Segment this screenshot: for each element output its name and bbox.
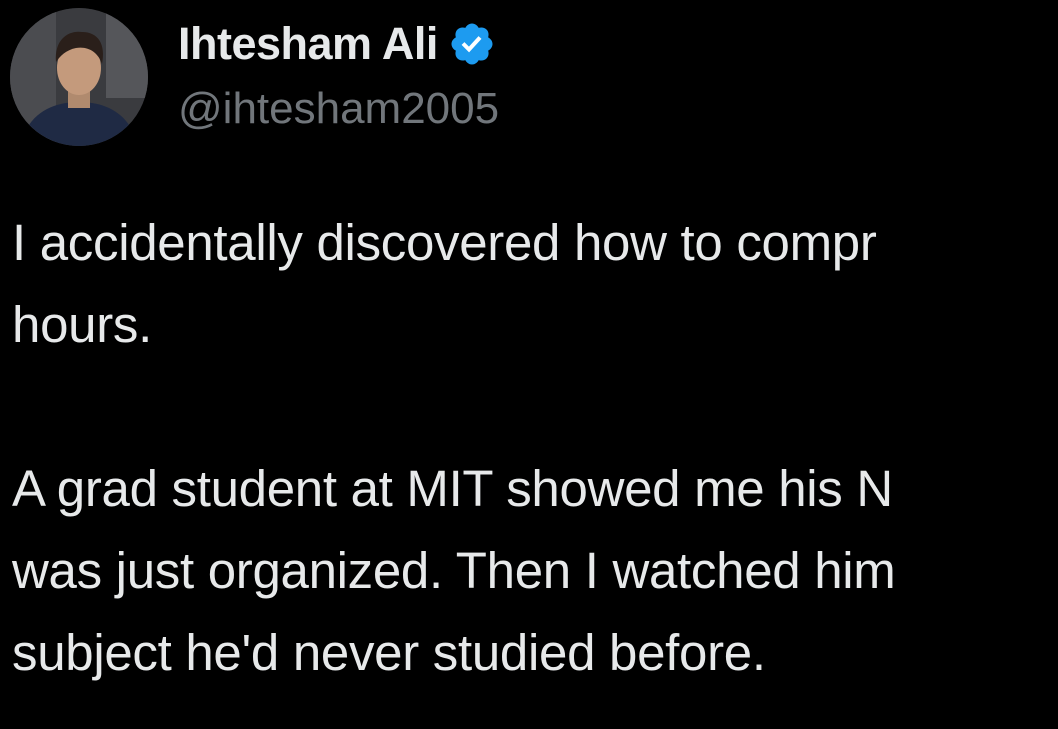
tweet-text-line: hours. — [12, 296, 152, 353]
tweet-text-line: subject he'd never studied before. — [12, 624, 766, 681]
tweet-text-line: I accidentally discovered how to compr — [12, 214, 877, 271]
tweet-text-line: was just organized. Then I watched him — [12, 542, 896, 599]
tweet-text: I accidentally discovered how to compr h… — [12, 202, 1058, 694]
avatar-photo-icon — [10, 8, 148, 146]
author-handle[interactable]: @ihtesham2005 — [178, 84, 499, 134]
verified-badge-icon[interactable] — [448, 20, 496, 68]
tweet-card: Ihtesham Ali @ihtesham2005 I accidentall… — [0, 0, 1058, 729]
avatar[interactable] — [10, 8, 148, 146]
author-display-name[interactable]: Ihtesham Ali — [178, 18, 438, 70]
author-name-row: Ihtesham Ali — [178, 14, 496, 74]
tweet-text-line: A grad student at MIT showed me his N — [12, 460, 893, 517]
